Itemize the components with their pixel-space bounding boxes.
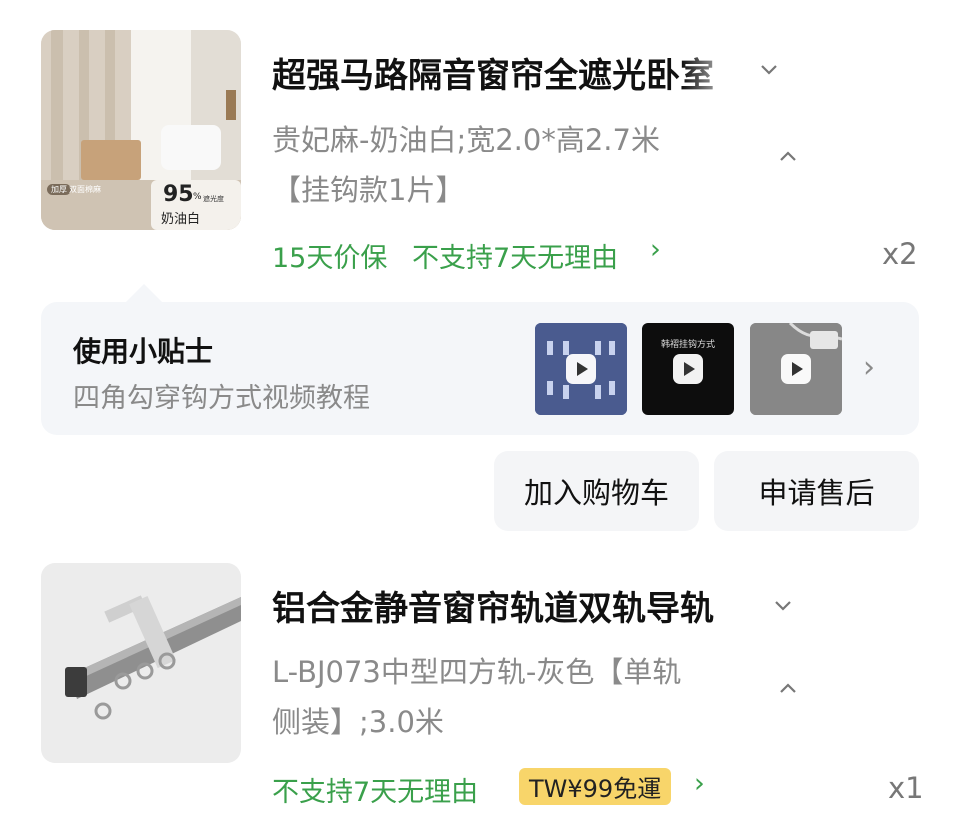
product-spec-line2: 侧装】;3.0米	[272, 705, 444, 739]
add-to-cart-button[interactable]: 加入购物车	[494, 451, 699, 531]
chevron-up-icon[interactable]	[777, 146, 799, 174]
thumb-tag: 双面棉麻	[69, 185, 101, 194]
quantity: x1	[888, 771, 924, 805]
no-return-label[interactable]: 不支持7天无理由	[272, 770, 478, 809]
chevron-down-icon[interactable]	[772, 594, 794, 622]
chevron-right-icon[interactable]: ›	[650, 234, 661, 265]
tips-title: 使用小贴士	[73, 335, 214, 368]
title-fade	[712, 581, 770, 625]
thumb-caption: 奶油白	[161, 212, 201, 227]
quantity: x2	[882, 237, 918, 271]
chevron-down-icon[interactable]	[758, 58, 780, 86]
chevron-right-icon[interactable]: ›	[863, 350, 875, 385]
product-title[interactable]: 铝合金静音窗帘轨道双轨导轨	[272, 581, 772, 630]
chevron-right-icon[interactable]: ›	[694, 768, 705, 799]
play-icon	[566, 354, 596, 384]
play-icon	[673, 354, 703, 384]
tips-subtitle: 四角勾穿钩方式视频教程	[73, 383, 370, 414]
thumb-badge-unit: %	[193, 192, 202, 202]
tips-pointer	[126, 284, 162, 302]
thumb-tag-pill: 加厚	[47, 184, 71, 195]
video-caption: 韩褶挂钩方式	[660, 340, 715, 350]
video-thumbnail-3[interactable]	[750, 323, 842, 415]
chevron-up-icon[interactable]	[777, 678, 799, 706]
curtain-rail-image	[41, 563, 241, 763]
shipping-badge: TW¥99免運	[519, 768, 672, 805]
no-return-label[interactable]: 不支持7天无理由	[412, 236, 618, 275]
product-thumbnail-rail[interactable]	[41, 563, 241, 763]
thumb-badge-note: 遮光度	[203, 195, 224, 203]
title-fade	[682, 48, 742, 92]
thumb-badge-value: 95	[163, 182, 194, 207]
after-sales-button[interactable]: 申请售后	[714, 451, 919, 531]
play-icon	[781, 354, 811, 384]
product-title[interactable]: 超强马路隔音窗帘全遮光卧室	[272, 48, 742, 97]
tips-card[interactable]: 使用小贴士 四角勾穿钩方式视频教程 韩褶挂钩方式 ›	[41, 302, 919, 435]
product-spec-line1: L-BJ073中型四方轨-灰色【单轨	[272, 655, 682, 689]
product-spec-line1: 贵妃麻-奶油白;宽2.0*高2.7米	[272, 123, 660, 157]
product-thumbnail-curtain[interactable]: 加厚 双面棉麻 95 % 遮光度 奶油白	[41, 30, 241, 230]
video-thumbnail-2[interactable]: 韩褶挂钩方式	[642, 323, 734, 415]
video-thumbnail-1[interactable]	[535, 323, 627, 415]
price-protect-label: 15天价保	[272, 243, 388, 274]
product-spec-line2: 【挂钩款1片】	[272, 173, 465, 207]
